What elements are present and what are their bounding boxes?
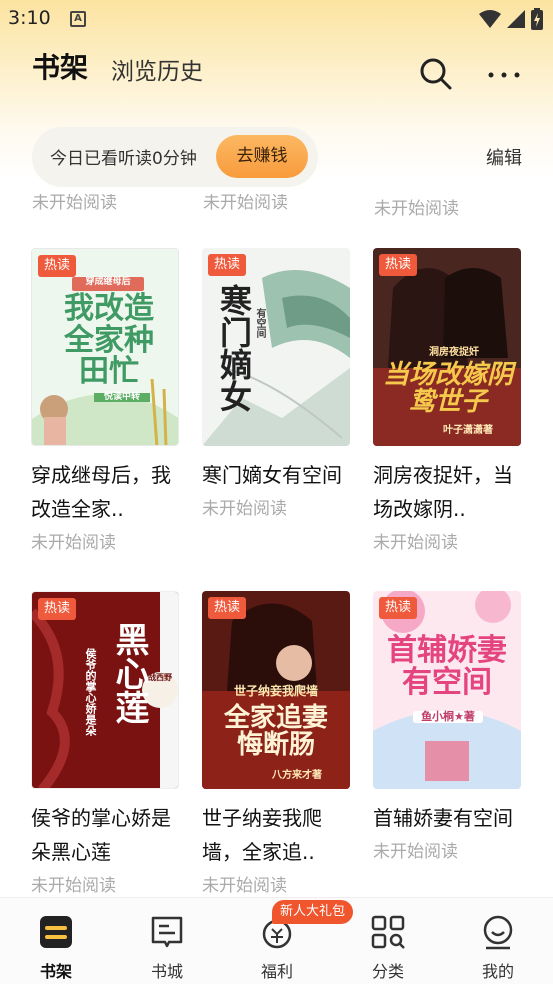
book-card[interactable]: 热读 黑心莲 侯爷的掌心娇是朵 战西野 侯爷的掌心娇是朵黑心莲 未开始阅读: [31, 591, 181, 896]
status-time: 3:10: [8, 7, 51, 29]
cover-author: 八方来才著: [272, 770, 322, 781]
hot-badge: 热读: [208, 597, 247, 619]
notification-icon: A: [70, 11, 86, 27]
category-icon: [371, 915, 405, 949]
book-cover[interactable]: 热读 穿成继母后 我改造全家种田忙 悦读中转: [31, 248, 179, 446]
nav-label: 书架: [39, 962, 72, 981]
hot-badge: 热读: [379, 254, 418, 276]
book-card[interactable]: 热读 世子纳妾我爬墙 全家追妻悔断肠 八方来才著 世子纳妾我爬墙，全家追.. 未…: [202, 591, 352, 896]
nav-label: 书城: [150, 962, 183, 981]
hot-badge: 热读: [379, 597, 418, 619]
book-read-status: 未开始阅读: [31, 876, 116, 896]
status-icons: [479, 8, 543, 30]
tab-bookshelf[interactable]: 书架: [32, 46, 88, 86]
nav-item-bookstore[interactable]: 书城: [127, 912, 207, 982]
book-read-status: 未开始阅读: [202, 499, 287, 519]
cover-author: 叶子潇潇著: [443, 425, 493, 436]
book-card[interactable]: 热读 首辅娇妻有空间 鱼小桐★著 首辅娇妻有空间 未开始阅读: [373, 591, 523, 862]
cover-author: 战西野: [148, 673, 172, 682]
search-icon[interactable]: [418, 56, 454, 92]
battery-icon: [531, 8, 543, 30]
book-read-status: 未开始阅读: [31, 533, 116, 553]
nav-label: 分类: [371, 962, 404, 981]
cover-author: 鱼小桐★著: [413, 711, 483, 723]
earn-money-button[interactable]: 去赚钱: [216, 135, 308, 178]
cover-subtitle: 有空间: [254, 308, 265, 338]
signal-icon: [507, 10, 525, 28]
cover-author: 悦读中转: [94, 392, 150, 403]
book-cover[interactable]: 热读 寒门嫡女 有空间: [202, 248, 350, 446]
book-read-status: 未开始阅读: [202, 876, 287, 896]
book-read-status: 未开始阅读: [373, 842, 458, 862]
book-card[interactable]: 热读 寒门嫡女 有空间 寒门嫡女有空间 未开始阅读: [202, 248, 352, 519]
book-title[interactable]: 寒门嫡女有空间: [202, 458, 352, 492]
nav-label: 福利: [260, 962, 293, 981]
book-cover[interactable]: 热读 洞房夜捉奸 当场改嫁阴鸷世子 叶子潇潇著: [373, 248, 521, 446]
book-title[interactable]: 洞房夜捉奸，当场改嫁阴..: [373, 458, 523, 526]
hot-badge: 热读: [208, 254, 247, 276]
nav-item-profile[interactable]: 我的: [458, 912, 538, 982]
profile-icon: [483, 915, 513, 950]
cover-title: 当场改嫁阴鸷世子: [383, 360, 514, 418]
book-cover[interactable]: 热读 首辅娇妻有空间 鱼小桐★著: [373, 591, 521, 789]
nav-item-bookshelf[interactable]: 书架: [16, 912, 96, 982]
book-read-status: 未开始阅读: [373, 533, 458, 553]
previous-row-status: 未开始阅读: [374, 199, 459, 216]
header: 书架 浏览历史: [0, 40, 553, 100]
cover-title: 我改造全家种田忙: [64, 291, 154, 389]
book-cover[interactable]: 热读 黑心莲 侯爷的掌心娇是朵 战西野: [31, 591, 179, 789]
reading-time-text: 今日已看听读0分钟: [50, 149, 197, 169]
book-title[interactable]: 穿成继母后，我改造全家..: [31, 458, 181, 526]
cover-subtitle: 穿成继母后: [85, 277, 131, 287]
wifi-icon: [479, 10, 501, 28]
cover-title: 寒门嫡女: [215, 284, 253, 412]
tab-browse-history[interactable]: 浏览历史: [111, 52, 203, 86]
nav-item-category[interactable]: 分类: [348, 912, 428, 982]
book-store-icon: [151, 916, 183, 948]
nav-label: 我的: [481, 962, 514, 981]
cover-title: 黑心莲: [109, 622, 149, 724]
hot-badge: 热读: [38, 255, 77, 277]
cover-subtitle: 侯爷的掌心娇是朵: [84, 648, 97, 736]
cover-title: 首辅娇妻有空间: [387, 633, 507, 700]
book-card[interactable]: 热读 洞房夜捉奸 当场改嫁阴鸷世子 叶子潇潇著 洞房夜捉奸，当场改嫁阴.. 未开…: [373, 248, 523, 553]
hot-badge: 热读: [38, 598, 77, 620]
bookshelf-icon: [40, 916, 72, 948]
cover-subtitle: 世子纳妾我爬墙: [233, 684, 318, 698]
cover-subtitle: 洞房夜捉奸: [429, 347, 479, 358]
book-cover[interactable]: 热读 世子纳妾我爬墙 全家追妻悔断肠 八方来才著: [202, 591, 350, 789]
more-icon[interactable]: [486, 60, 522, 90]
reading-time-pill: 今日已看听读0分钟 去赚钱: [32, 127, 318, 187]
edit-button[interactable]: 编辑: [486, 144, 522, 170]
status-bar: 3:10 A: [0, 0, 553, 38]
book-title[interactable]: 侯爷的掌心娇是朵黑心莲: [31, 801, 181, 869]
book-title[interactable]: 首辅娇妻有空间: [373, 801, 523, 835]
book-title[interactable]: 世子纳妾我爬墙，全家追..: [202, 801, 352, 869]
new-user-gift-badge[interactable]: 新人大礼包: [272, 900, 354, 924]
book-card[interactable]: 热读 穿成继母后 我改造全家种田忙 悦读中转 穿成继母后，我改造全家.. 未开始…: [31, 248, 181, 553]
cover-title: 全家追妻悔断肠: [223, 703, 328, 761]
